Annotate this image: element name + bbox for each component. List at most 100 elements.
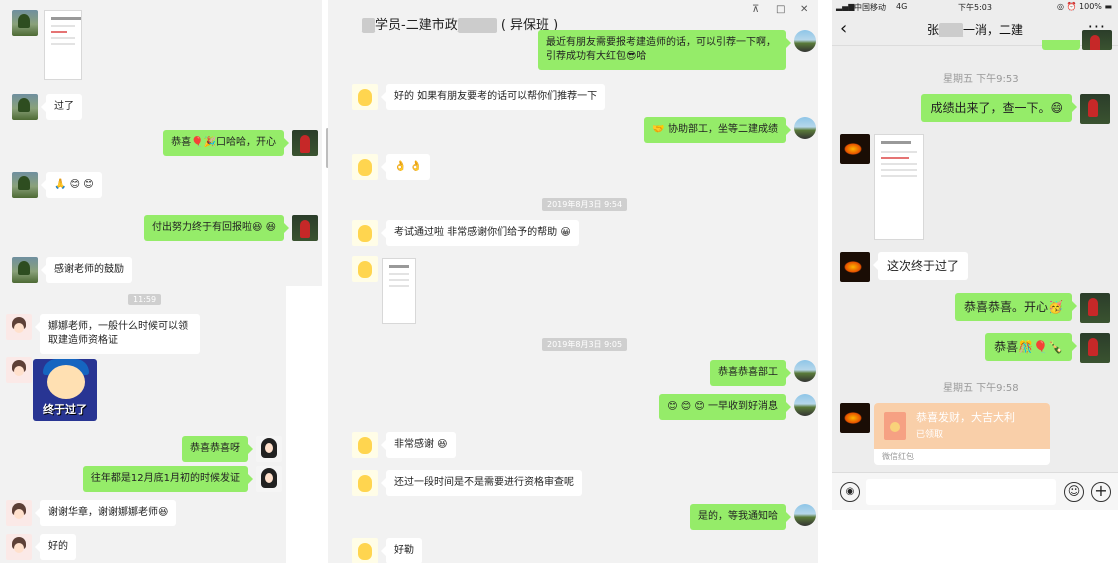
message-bubble[interactable]: 娜娜老师，一般什么时候可以领取建造师资格证 — [35, 314, 200, 354]
message-bubble[interactable]: 往年都是12月底1月初的时候发证 — [82, 466, 254, 492]
avatar[interactable] — [840, 252, 870, 282]
message-bubble[interactable]: 恭喜恭喜呀 — [182, 436, 253, 462]
network-label: 4G — [896, 2, 908, 11]
maximize-button[interactable]: □ — [776, 4, 785, 15]
message-bubble[interactable]: 这次终于过了 — [872, 252, 969, 280]
red-packet-message: 恭喜发财，大吉大利 — [916, 411, 1015, 424]
message-row: 过了 — [12, 94, 82, 120]
avatar[interactable] — [352, 84, 378, 110]
avatar[interactable] — [1082, 30, 1112, 50]
message-row: 付出努力终于有回报啦😆 😆 — [143, 215, 318, 241]
avatar[interactable] — [1080, 293, 1110, 323]
avatar[interactable] — [352, 470, 378, 496]
avatar[interactable] — [794, 30, 816, 52]
message-bubble[interactable]: 考试通过啦 非常感谢你们给予的帮助 😀 — [381, 220, 579, 246]
avatar[interactable] — [12, 94, 38, 120]
chat-panel-left: 过了 恭喜🎈🎉口哈哈，开心 🙏 😊 😊 付出努力终于有回报啦😆 😆 感谢老师的鼓… — [0, 0, 322, 563]
message-bubble[interactable]: 非常感谢 😆 — [381, 432, 456, 458]
message-bubble-partial — [1042, 40, 1080, 50]
message-bubble[interactable]: 恭喜恭喜。开心🥳 — [955, 293, 1077, 321]
thumb-line — [51, 25, 75, 27]
avatar[interactable] — [794, 394, 816, 416]
red-envelope-icon — [884, 412, 906, 440]
message-bubble[interactable]: 还过一段时间是不是需要进行资格审查呢 — [381, 470, 582, 496]
message-row: 好勒 — [352, 538, 422, 563]
chat-title-prefix: 学员-二建市政 — [375, 18, 458, 33]
chat-title: __学员-二建市政______ ( 异保班 ) — [362, 14, 558, 33]
message-bubble[interactable]: 过了 — [41, 94, 82, 120]
message-bubble[interactable]: 恭喜恭喜部工 — [710, 360, 791, 386]
message-row: 成绩出来了，查一下。😄 — [921, 94, 1110, 124]
avatar[interactable] — [12, 257, 38, 283]
avatar[interactable] — [6, 534, 32, 560]
message-row: 🤝 协助部工，坐等二建成绩 — [644, 117, 816, 143]
avatar[interactable] — [840, 134, 870, 164]
message-row: 恭喜🎈🎉口哈哈，开心 — [163, 130, 318, 156]
message-bubble[interactable]: 👌 👌 — [380, 154, 431, 180]
plus-icon[interactable]: + — [1091, 482, 1111, 502]
avatar[interactable] — [292, 215, 318, 241]
message-bubble[interactable]: 🙏 😊 😊 — [41, 172, 102, 198]
message-bubble[interactable]: 谢谢华章，谢谢娜娜老师😆 — [34, 500, 177, 526]
message-bubble[interactable]: 好勒 — [381, 538, 422, 563]
emoji-icon[interactable]: ☺ — [1064, 482, 1084, 502]
pin-button[interactable]: ⊼ — [752, 4, 759, 15]
message-bubble[interactable]: 成绩出来了，查一下。😄 — [921, 94, 1077, 122]
avatar[interactable] — [794, 504, 816, 526]
message-row: 非常感谢 😆 — [352, 432, 456, 458]
message-row: 还过一段时间是不是需要进行资格审查呢 — [352, 470, 582, 496]
thumb-line — [389, 273, 409, 275]
thumb-line — [389, 279, 409, 281]
message-bubble[interactable]: 最近有朋友需要报考建造师的话，可以引荐一下啊，引荐成功有大红包😎哈 — [538, 30, 791, 70]
message-row: 好的 如果有朋友要考的话可以帮你们推荐一下 — [352, 84, 606, 110]
avatar[interactable] — [840, 403, 870, 433]
thumb-line — [881, 151, 917, 153]
panel-bottom — [832, 510, 1118, 563]
chat-title-prefix: 张 — [926, 23, 939, 37]
avatar[interactable] — [352, 256, 378, 282]
avatar[interactable] — [292, 130, 318, 156]
message-bubble[interactable]: 🤝 协助部工，坐等二建成绩 — [644, 117, 791, 143]
message-bubble[interactable]: 是的，等我通知哈 — [690, 504, 791, 530]
avatar[interactable] — [352, 432, 378, 458]
avatar[interactable] — [6, 357, 32, 383]
thumb-heading — [389, 265, 409, 268]
message-bubble[interactable]: 恭喜🎈🎉口哈哈，开心 — [163, 130, 289, 156]
thumb-line — [51, 31, 67, 33]
sticker-image[interactable]: 终于过了 — [33, 359, 97, 421]
avatar[interactable] — [1080, 94, 1110, 124]
sticker-caption: 终于过了 — [43, 403, 87, 416]
avatar[interactable] — [352, 154, 378, 180]
message-input[interactable] — [866, 479, 1056, 505]
avatar[interactable] — [352, 538, 378, 563]
avatar[interactable] — [12, 10, 38, 36]
message-bubble[interactable]: 付出努力终于有回报啦😆 😆 — [143, 215, 290, 241]
document-thumbnail[interactable] — [874, 134, 924, 240]
message-bubble[interactable]: 😊 😊 😊 一早收到好消息 — [659, 394, 791, 420]
avatar[interactable] — [6, 500, 32, 526]
message-bubble[interactable]: 感谢老师的鼓励 — [41, 257, 132, 283]
avatar[interactable] — [6, 314, 32, 340]
avatar[interactable] — [256, 466, 282, 492]
avatar[interactable] — [352, 220, 378, 246]
avatar[interactable] — [12, 172, 38, 198]
red-packet-card[interactable]: 恭喜发财，大吉大利 已领取 微信红包 — [874, 403, 1050, 465]
message-row: 😊 😊 😊 一早收到好消息 — [659, 394, 816, 420]
avatar[interactable] — [256, 436, 282, 462]
document-thumbnail[interactable] — [382, 258, 416, 324]
message-bubble[interactable]: 恭喜🎊🎈🍾 — [985, 333, 1077, 361]
close-button[interactable]: ✕ — [800, 4, 808, 15]
document-thumbnail[interactable] — [44, 10, 82, 80]
thumb-line — [51, 43, 75, 45]
message-bubble[interactable]: 好的 如果有朋友要考的话可以帮你们推荐一下 — [380, 84, 606, 110]
avatar[interactable] — [1080, 333, 1110, 363]
redacted-mask: ____ — [939, 23, 963, 37]
thumb-line — [881, 169, 917, 171]
chat-panel-middle: __学员-二建市政______ ( 异保班 ) ⊼ □ ✕ 最近有朋友需要报考建… — [328, 0, 818, 563]
message-row: 👌 👌 — [352, 154, 431, 180]
avatar[interactable] — [794, 360, 816, 382]
voice-icon[interactable]: ◉ — [840, 482, 860, 502]
message-bubble[interactable]: 好的 — [35, 534, 76, 560]
avatar[interactable] — [794, 117, 816, 139]
message-row: 这次终于过了 — [840, 252, 969, 282]
